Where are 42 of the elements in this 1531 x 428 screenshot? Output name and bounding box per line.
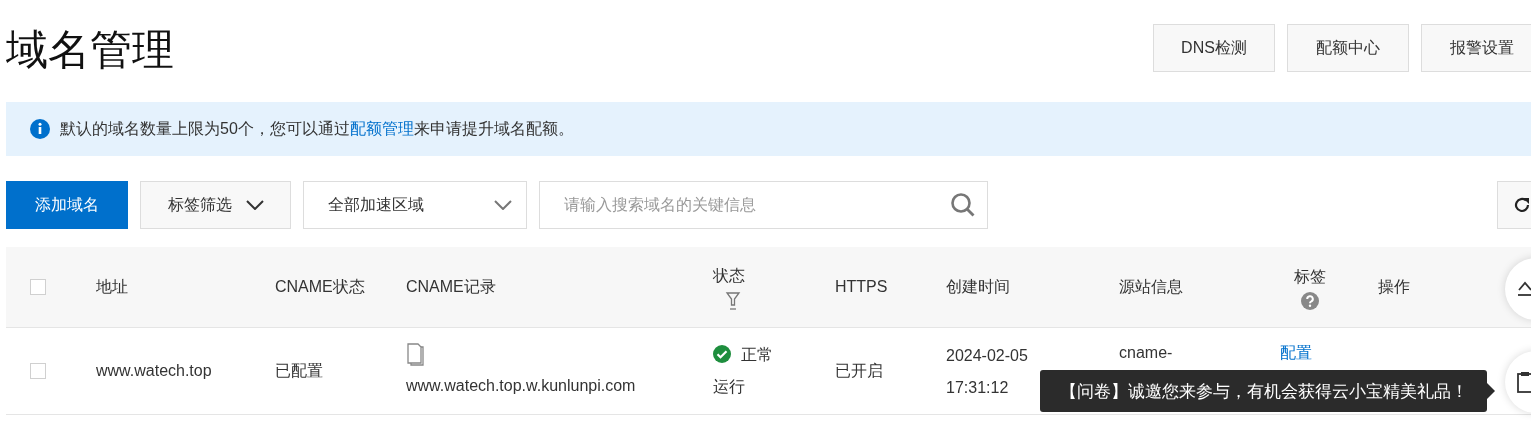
tray-icon	[1517, 280, 1531, 298]
refresh-button[interactable]	[1497, 181, 1531, 229]
table-cell-text: cname-	[1119, 343, 1173, 363]
help-icon[interactable]	[1301, 292, 1319, 310]
column-header: HTTPS	[835, 277, 888, 297]
column-header: 源站信息	[1119, 277, 1183, 297]
add-domain-button[interactable]: 添加域名	[6, 181, 128, 229]
table-cell-text: www.watech.top	[96, 361, 212, 381]
column-header: 标签	[1294, 267, 1326, 287]
region-dropdown[interactable]: 全部加速区域	[303, 181, 527, 229]
column-header: CNAME状态	[275, 277, 365, 297]
checkbox[interactable]	[30, 279, 46, 295]
chevron-down-icon	[245, 200, 264, 210]
table-cell-text: 已配置	[275, 361, 323, 381]
tooltip: 【问卷】诚邀您来参与，有机会获得云小宝精美礼品！	[1040, 370, 1487, 412]
notice-text: 默认的域名数量上限为50个，您可以通过配额管理来申请提升域名配额。	[60, 118, 574, 139]
tooltip-arrow	[1487, 383, 1495, 399]
header-button[interactable]: 配额中心	[1287, 24, 1409, 72]
search-field[interactable]: 请输入搜索域名的关键信息	[539, 181, 988, 229]
refresh-icon	[1512, 195, 1531, 215]
header-button[interactable]: DNS检测	[1153, 24, 1275, 72]
quota-link[interactable]: 配额管理	[349, 119, 414, 137]
tag-filter-dropdown[interactable]: 标签筛选	[140, 181, 291, 229]
search-icon[interactable]	[950, 192, 976, 218]
column-header: CNAME记录	[406, 277, 496, 297]
header-button[interactable]: 报警设置	[1421, 24, 1531, 72]
filter-icon[interactable]	[725, 291, 741, 311]
column-header: 地址	[96, 277, 128, 297]
column-header: 创建时间	[946, 277, 1010, 297]
checkbox[interactable]	[30, 363, 46, 379]
check-circle-icon	[713, 345, 731, 363]
table-cell-text: www.watech.top.w.kunlunpi.com	[406, 376, 636, 396]
status-text: 正常运行	[713, 344, 774, 397]
page-title: 域名管理	[6, 25, 174, 75]
column-header: 状态	[713, 266, 745, 286]
table-cell-text: 2024-02-05 17:31:12	[946, 346, 1029, 398]
clipboard-icon	[1517, 371, 1531, 393]
action-link[interactable]: 配置	[1280, 340, 1312, 366]
column-header: 操作	[1378, 277, 1410, 297]
table-cell-text: 已开启	[835, 361, 883, 381]
chevron-down-icon	[494, 200, 512, 210]
info-icon	[30, 119, 50, 139]
